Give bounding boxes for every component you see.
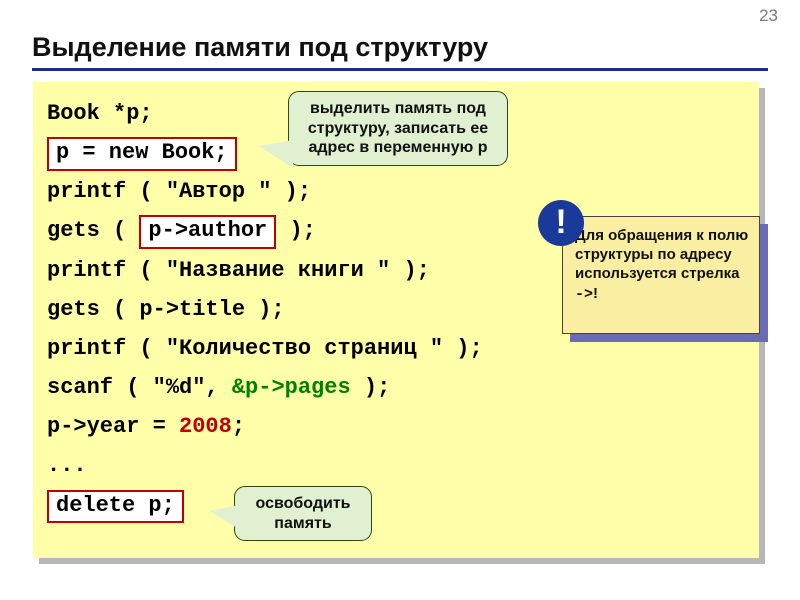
- callout-free: освободить память: [234, 486, 372, 541]
- callout-text: выделить память под структуру, записать …: [308, 100, 488, 156]
- code-line: p->year = 2008;: [47, 407, 745, 446]
- title-underline: [32, 68, 768, 71]
- address-of: &p->pages: [232, 375, 351, 400]
- exclamation-icon: !: [538, 200, 584, 246]
- note-box: Для обращения к полю структуры по адресу…: [562, 216, 760, 334]
- arrow-operator: ->: [575, 286, 593, 303]
- highlight-author: p->author: [139, 215, 276, 249]
- note-text: !: [593, 285, 598, 302]
- code-line: printf ( "Автор " );: [47, 172, 745, 211]
- number-literal: 2008: [179, 414, 232, 439]
- code-line: scanf ( "%d", &p->pages );: [47, 368, 745, 407]
- callout-text: освободить память: [256, 495, 351, 532]
- page-number: 23: [759, 6, 778, 26]
- highlight-delete: delete p;: [47, 490, 184, 524]
- callout-allocate: выделить память под структуру, записать …: [288, 91, 508, 166]
- slide-title: Выделение памяти под структуру: [32, 32, 488, 63]
- note-text: Для обращения к полю структуры по адресу…: [575, 227, 748, 282]
- slide: 23 Выделение памяти под структуру Book *…: [0, 0, 800, 600]
- code-line: delete p;: [47, 486, 745, 525]
- code-line: ...: [47, 446, 745, 485]
- highlight-new: p = new Book;: [47, 137, 237, 171]
